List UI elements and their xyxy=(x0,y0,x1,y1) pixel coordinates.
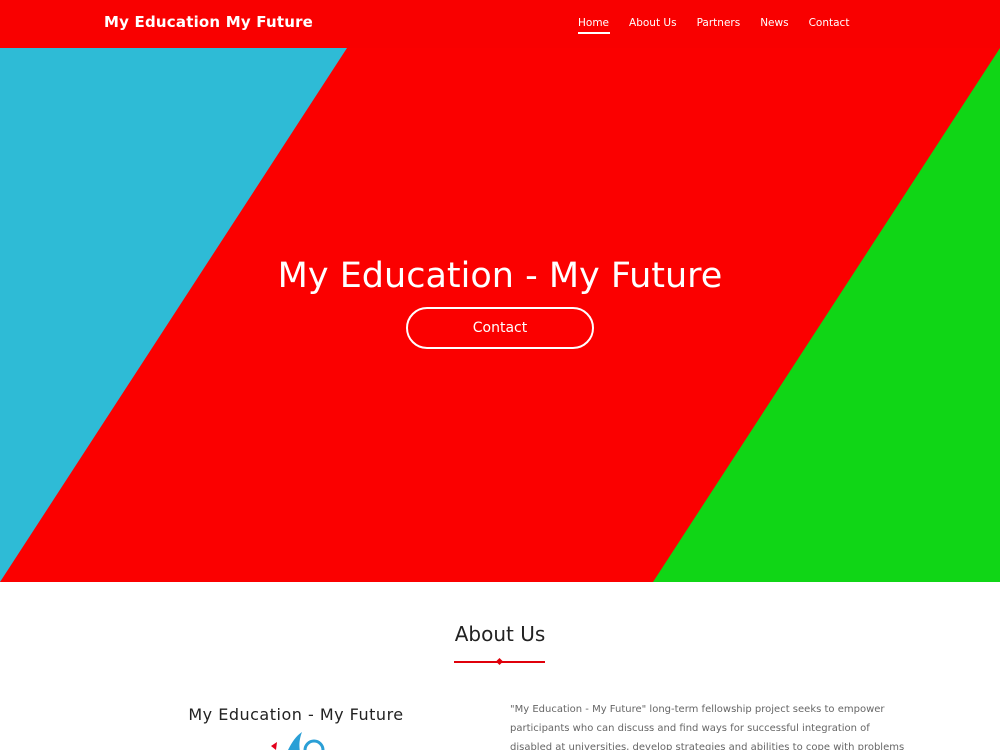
site-brand[interactable]: My Education My Future xyxy=(104,13,313,31)
nav-item-partners[interactable]: Partners xyxy=(697,17,741,34)
about-section: About Us My Education - My Future "My Ed… xyxy=(0,582,1000,750)
about-subtitle: My Education - My Future xyxy=(188,705,404,724)
about-heading: About Us xyxy=(454,622,546,646)
nav-item-home[interactable]: Home xyxy=(578,17,611,34)
divider-diamond-icon xyxy=(495,657,504,666)
project-logo-icon xyxy=(271,732,325,750)
hero-section: My Education - My Future Contact xyxy=(0,48,1000,582)
nav-item-contact[interactable]: Contact xyxy=(809,17,850,34)
hero-contact-button[interactable]: Contact xyxy=(406,307,594,349)
nav-item-about-us[interactable]: About Us xyxy=(629,17,677,34)
hero-title: My Education - My Future xyxy=(277,256,723,296)
hero-green-triangle xyxy=(653,48,1000,582)
about-description: "My Education - My Future" long-term fel… xyxy=(510,704,905,750)
nav-item-news[interactable]: News xyxy=(760,17,788,34)
hero-blue-triangle xyxy=(0,48,347,582)
top-navbar: My Education My Future Home About Us Par… xyxy=(0,0,1000,48)
page: My Education My Future Home About Us Par… xyxy=(0,0,1000,750)
main-nav: Home About Us Partners News Contact xyxy=(578,17,869,34)
